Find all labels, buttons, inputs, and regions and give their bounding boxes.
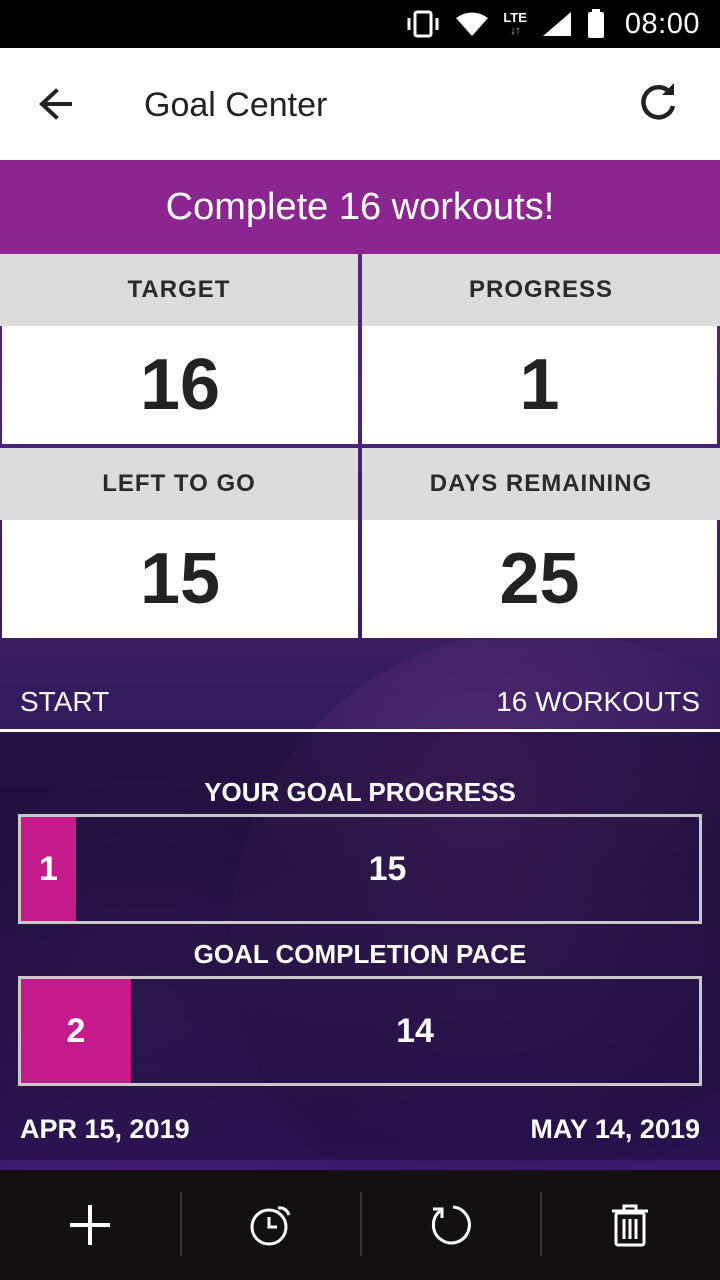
reset-button[interactable] (360, 1170, 540, 1280)
goal-progress-done: 1 (21, 817, 76, 921)
clock: 08:00 (624, 7, 700, 40)
app-bar: Goal Center (0, 48, 720, 160)
goal-progress-title: YOUR GOAL PROGRESS (204, 777, 516, 807)
days-remaining-value: 25 (362, 520, 717, 638)
goal-title: Complete 16 workouts! (0, 160, 720, 254)
goal-progress-remaining: 15 (368, 849, 407, 888)
end-date: MAY 14, 2019 (530, 1114, 700, 1144)
refresh-icon[interactable] (638, 82, 680, 124)
trash-icon (612, 1204, 648, 1247)
page-title: Goal Center (144, 86, 328, 124)
completion-pace-done: 2 (21, 979, 131, 1083)
add-button[interactable] (0, 1170, 180, 1280)
progress-value: 1 (362, 326, 717, 444)
lte-icon: LTE ↓↑ (503, 10, 527, 37)
wifi-icon (456, 12, 489, 36)
completion-pace-bar: 2 14 (18, 976, 702, 1086)
progress-label: PROGRESS (362, 254, 720, 326)
add-icon (70, 1205, 110, 1245)
scale-start-label: START (20, 686, 110, 717)
bottom-toolbar (0, 1170, 720, 1280)
left-to-go-value: 15 (2, 520, 358, 638)
delete-button[interactable] (540, 1170, 720, 1280)
start-date: APR 15, 2019 (20, 1114, 190, 1144)
goal-progress-bar: 1 15 (18, 814, 702, 924)
left-to-go-label: LEFT TO GO (0, 448, 358, 520)
vibrate-icon (407, 10, 439, 38)
arrow-back-icon[interactable] (30, 82, 82, 126)
completion-pace-title: GOAL COMPLETION PACE (193, 939, 527, 969)
completion-pace-remaining: 14 (396, 1011, 434, 1050)
signal-icon (542, 12, 571, 36)
reminder-button[interactable] (180, 1170, 360, 1280)
days-remaining-label: DAYS REMAINING (362, 448, 720, 520)
reset-icon (431, 1205, 471, 1245)
target-value: 16 (2, 326, 358, 444)
target-label: TARGET (0, 254, 358, 326)
alarm-icon (250, 1206, 291, 1246)
status-bar: LTE ↓↑ 08:00 (0, 0, 720, 48)
scale-end-label: 16 WORKOUTS (496, 686, 700, 717)
goal-content: Complete 16 workouts! TARGET PROGRESS 16… (0, 160, 720, 1170)
battery-icon (587, 9, 604, 38)
